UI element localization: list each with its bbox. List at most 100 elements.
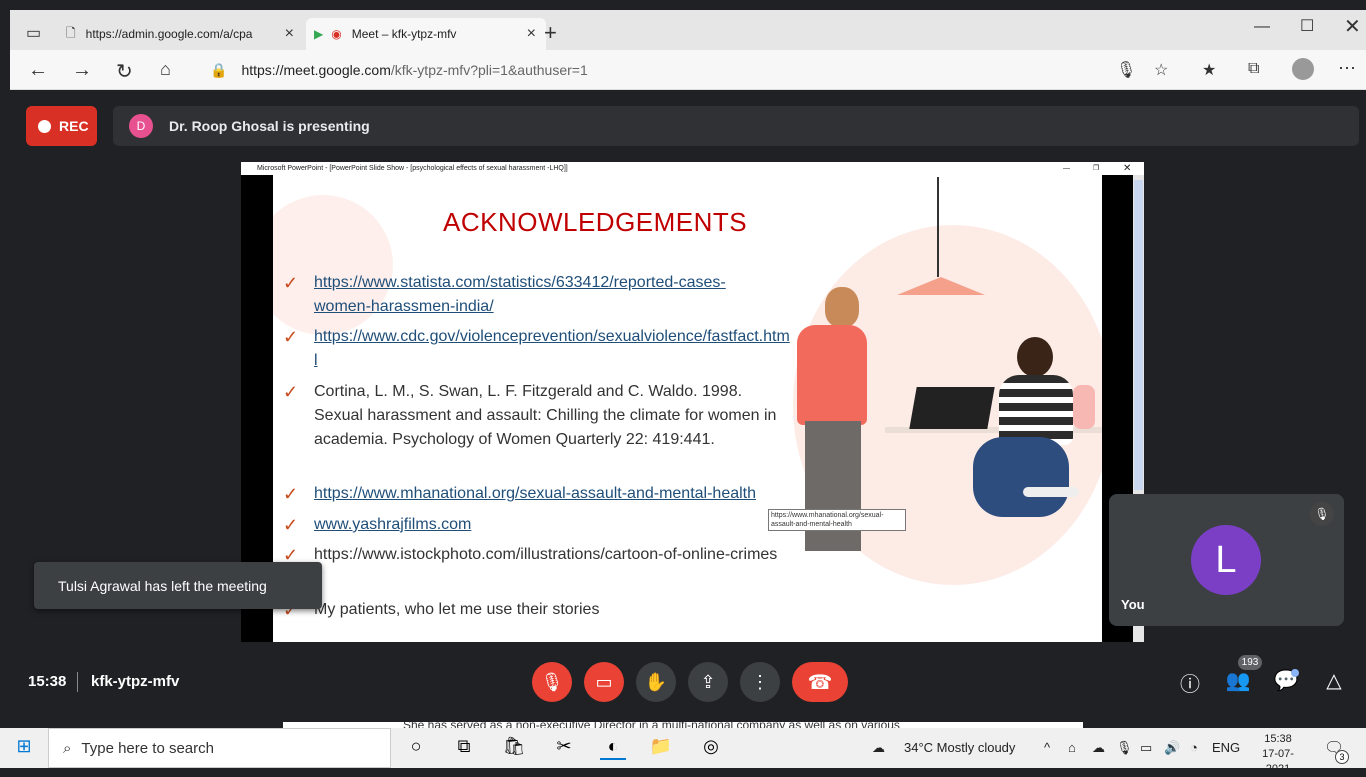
chat-notification-dot — [1291, 669, 1299, 677]
clock-area[interactable]: 15:38 17-07-2021 — [1254, 732, 1302, 777]
close-tab-icon[interactable]: × — [285, 25, 294, 43]
reference-text: https://www.istockphoto.com/illustration… — [314, 546, 778, 563]
presenting-banner: D Dr. Roop Ghosal is presenting — [113, 106, 1359, 146]
camera-toggle-button[interactable]: ▭ — [584, 662, 624, 702]
more-vert-icon: ⋮ — [751, 671, 769, 692]
powerpoint-titlebar: Microsoft PowerPoint - [PowerPoint Slide… — [241, 162, 1144, 175]
volume-icon[interactable]: 🔊 — [1164, 740, 1180, 756]
close-window-icon[interactable]: ✕ — [1344, 14, 1361, 39]
maximize-icon[interactable]: ☐ — [1300, 16, 1314, 36]
device-icon[interactable]: ⌂ — [1068, 740, 1076, 755]
store-icon[interactable]: 🛍 — [501, 736, 527, 760]
refresh-icon[interactable]: ↻ — [116, 59, 133, 84]
reference-item: ✓ www.yashrajfilms.com — [283, 513, 803, 537]
meeting-time: 15:38 — [28, 673, 67, 690]
scroll-thumb[interactable] — [1134, 180, 1143, 490]
checkmark-icon: ✓ — [283, 382, 299, 402]
raise-hand-button[interactable]: ✋ — [636, 662, 676, 702]
forward-icon[interactable]: → — [72, 59, 92, 82]
man-trousers — [805, 421, 861, 551]
reference-item: ✓ https://www.istockphoto.com/illustrati… — [283, 543, 803, 591]
self-label: You — [1121, 597, 1145, 612]
divider — [77, 672, 78, 692]
profile-icon[interactable] — [1292, 58, 1314, 80]
reference-item: ✓ https://www.statista.com/statistics/63… — [283, 271, 803, 319]
taskbar-date: 17-07-2021 — [1262, 748, 1294, 775]
close-tab-icon[interactable]: × — [527, 25, 536, 43]
mic-toggle-button[interactable]: 🎙 — [532, 662, 572, 702]
self-avatar: L — [1191, 525, 1261, 595]
woman-sweater — [999, 375, 1073, 445]
add-favorite-icon[interactable]: ☆ — [1154, 60, 1168, 80]
rec-label: REC — [59, 118, 89, 134]
reference-item: ✓ My patients, who let me use their stor… — [283, 598, 803, 622]
muted-mic-icon: 🎙 — [1310, 502, 1334, 526]
reference-item: ✓ Cortina, L. M., S. Swan, L. F. Fitzger… — [283, 380, 803, 476]
slide-title: ACKNOWLEDGEMENTS — [443, 207, 748, 237]
toast-notification: Tulsi Agrawal has left the meeting — [34, 562, 322, 609]
tab-meet[interactable]: ▶ ◉ Meet – kfk-ytpz-mfv × — [306, 18, 546, 50]
checkmark-icon: ✓ — [283, 273, 299, 293]
task-view-icon[interactable]: ⧉ — [451, 736, 477, 760]
slide: ACKNOWLEDGEMENTS ✓ https://www.statista.… — [273, 175, 1102, 642]
new-tab-icon[interactable]: + — [544, 20, 557, 46]
snipping-tool-icon[interactable]: ✂ — [551, 736, 577, 760]
collections-icon[interactable]: ⧉ — [1248, 60, 1259, 78]
lamp-cord — [937, 177, 939, 277]
edge-icon[interactable]: ◐ — [600, 736, 626, 760]
microphone-icon[interactable]: 🎙 — [1116, 60, 1136, 80]
camera-off-icon: ▭ — [595, 671, 613, 692]
windows-start-icon[interactable]: ⊞ — [11, 736, 37, 760]
url-host: https://meet.google.com — [241, 62, 391, 78]
minimize-icon[interactable]: — — [1254, 18, 1270, 36]
tab-label: https://admin.google.com/a/cpa — [85, 27, 253, 41]
show-hidden-icons-icon[interactable]: ^ — [1044, 740, 1050, 755]
menu-icon[interactable]: ⋯ — [1338, 58, 1356, 79]
mic-tray-icon[interactable]: 🎙 — [1116, 740, 1133, 756]
end-call-button[interactable]: ☎ — [792, 662, 848, 702]
back-icon[interactable]: ← — [28, 59, 48, 82]
presenter-avatar: D — [129, 114, 153, 138]
wifi-icon[interactable]: ◔ — [1190, 740, 1198, 755]
lamp-icon — [897, 277, 985, 295]
tab-admin[interactable]: 🗋 https://admin.google.com/a/cpa × — [58, 18, 304, 50]
favorites-icon[interactable]: ★ — [1202, 60, 1216, 80]
powerpoint-title: Microsoft PowerPoint - [PowerPoint Slide… — [257, 165, 568, 172]
tab-label: Meet – kfk-ytpz-mfv — [351, 27, 457, 41]
checkmark-icon: ✓ — [283, 327, 299, 347]
activities-icon[interactable]: △ — [1320, 668, 1348, 696]
present-button[interactable]: ⇪ — [688, 662, 728, 702]
url-field[interactable]: 🔒 https://meet.google.com/kfk-ytpz-mfv?p… — [210, 55, 1190, 85]
weather-icon[interactable]: ☁ — [872, 740, 885, 756]
present-screen-icon: ⇪ — [700, 671, 716, 692]
search-icon: ⌕ — [63, 739, 72, 757]
chrome-icon[interactable]: ◎ — [698, 736, 724, 760]
weather-text[interactable]: 34°C Mostly cloudy — [904, 740, 1015, 755]
participant-count-badge: 193 — [1238, 655, 1262, 670]
meeting-details-icon[interactable]: ⓘ — [1176, 668, 1204, 696]
self-video-tile[interactable]: 🎙 L You — [1109, 494, 1344, 626]
reference-link[interactable]: https://www.statista.com/statistics/6334… — [314, 271, 764, 319]
reference-text: Cortina, L. M., S. Swan, L. F. Fitzgeral… — [314, 383, 777, 448]
battery-icon[interactable]: ▭ — [1140, 740, 1152, 756]
browser-tab-bar: ▭ 🗋 https://admin.google.com/a/cpa × ▶ ◉… — [10, 10, 1366, 50]
onedrive-icon[interactable]: ☁ — [1092, 740, 1105, 756]
ppt-restore-icon: ❐ — [1093, 165, 1100, 172]
checkmark-icon: ✓ — [283, 484, 299, 504]
people-icon[interactable]: 👥 — [1224, 668, 1252, 696]
man-head — [825, 287, 859, 327]
tab-actions-icon[interactable]: ▭ — [26, 23, 41, 43]
presenting-text: Dr. Roop Ghosal is presenting — [169, 118, 370, 134]
home-icon[interactable]: ⌂ — [160, 59, 171, 80]
reference-link[interactable]: https://www.mhanational.org/sexual-assau… — [314, 482, 804, 506]
more-options-button[interactable]: ⋮ — [740, 662, 780, 702]
reference-link[interactable]: www.yashrajfilms.com — [314, 513, 794, 537]
language-indicator[interactable]: ENG — [1212, 740, 1240, 755]
meeting-code: kfk-ytpz-mfv — [91, 673, 180, 690]
reference-item: ✓ https://www.cdc.gov/violenceprevention… — [283, 325, 803, 373]
taskbar-search[interactable]: ⌕ Type here to search — [48, 728, 391, 768]
reference-link[interactable]: https://www.cdc.gov/violenceprevention/s… — [314, 325, 792, 373]
cortana-icon[interactable]: ○ — [403, 736, 429, 760]
file-explorer-icon[interactable]: 📁 — [648, 736, 674, 760]
record-dot-icon — [38, 119, 51, 133]
